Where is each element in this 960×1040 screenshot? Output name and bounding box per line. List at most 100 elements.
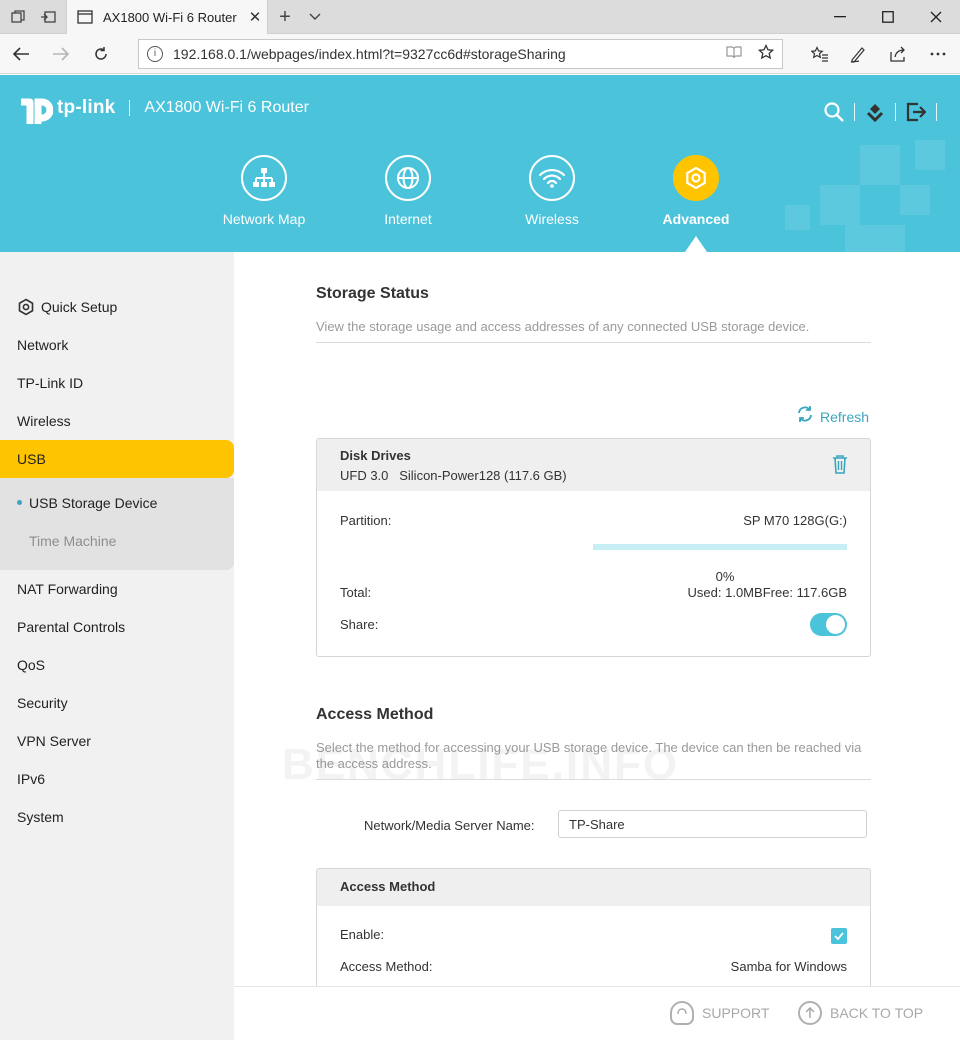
tab-internet[interactable]: Internet — [358, 155, 458, 227]
tab-label: Wireless — [525, 211, 579, 227]
enable-checkbox[interactable] — [831, 928, 847, 944]
back-to-top-button[interactable]: BACK TO TOP — [798, 1001, 923, 1025]
disk-drive-card: Disk Drives UFD 3.0 Silicon-Power128 (11… — [316, 438, 871, 657]
sidebar-item-security[interactable]: Security — [0, 684, 234, 722]
disk-drive-name: UFD 3.0 Silicon-Power128 (117.6 GB) — [340, 468, 567, 483]
tab-preview-chevron-icon[interactable] — [304, 0, 326, 34]
sidebar-item-wireless[interactable]: Wireless — [0, 402, 234, 440]
refresh-icon — [796, 405, 814, 428]
sidebar-item-vpn-server[interactable]: VPN Server — [0, 722, 234, 760]
disk-drives-title: Disk Drives — [340, 448, 411, 463]
model-name: AX1800 Wi-Fi 6 Router — [144, 99, 309, 116]
sidebar-item-parental-controls[interactable]: Parental Controls — [0, 608, 234, 646]
active-tab-indicator — [685, 236, 707, 252]
logout-icon[interactable] — [901, 99, 931, 125]
forward-arrow-icon[interactable] — [46, 40, 76, 68]
sidebar-item-nat-forwarding[interactable]: NAT Forwarding — [0, 570, 234, 608]
share-icon[interactable] — [880, 40, 916, 68]
partition-value: SP M70 128G(G:) — [743, 513, 847, 528]
back-arrow-icon[interactable] — [6, 40, 36, 68]
divider — [316, 342, 871, 343]
tab-network-map[interactable]: Network Map — [214, 155, 314, 227]
header-actions — [819, 99, 942, 125]
checkmark-icon — [834, 932, 844, 940]
gear-icon — [673, 155, 719, 201]
access-method-card: Access Method Enable: Access Method: Sam… — [316, 868, 871, 986]
tp-link-logo[interactable]: tp-link AX1800 Wi-Fi 6 Router — [17, 90, 309, 126]
sidebar-item-quick-setup[interactable]: Quick Setup — [0, 288, 234, 326]
headset-icon — [670, 1001, 694, 1025]
url-text: 192.168.0.1/webpages/index.html?t=9327cc… — [173, 46, 566, 62]
sidebar-item-label: VPN Server — [17, 733, 91, 749]
sidebar-item-label: Quick Setup — [41, 299, 118, 315]
favorites-list-icon[interactable] — [802, 40, 838, 68]
brand-name: tp-link — [57, 97, 116, 118]
server-name-label: Network/Media Server Name: — [364, 818, 535, 833]
sidebar-item-label: Network — [17, 337, 69, 353]
access-method-value: Samba for Windows — [730, 959, 847, 974]
tether-app-icon[interactable] — [860, 99, 890, 125]
total-label: Total: — [340, 585, 372, 600]
share-label: Share: — [340, 617, 379, 632]
storage-status-title: Storage Status — [316, 285, 429, 302]
refresh-button[interactable]: Refresh — [796, 405, 869, 428]
sidebar-item-tp-link-id[interactable]: TP-Link ID — [0, 364, 234, 402]
search-icon[interactable] — [819, 99, 849, 125]
tab-label: Network Map — [222, 211, 306, 227]
sidebar-item-label: Parental Controls — [17, 619, 126, 635]
more-options-icon[interactable] — [920, 40, 956, 68]
sidebar-item-qos[interactable]: QoS — [0, 646, 234, 684]
sidebar-subitem-time-machine[interactable]: Time Machine — [0, 522, 234, 560]
usage-summary: Used: 1.0MBFree: 117.6GB — [688, 585, 847, 600]
sidebar-item-system[interactable]: System — [0, 798, 234, 836]
close-window-icon[interactable] — [912, 0, 960, 34]
support-button[interactable]: SUPPORT — [670, 1001, 769, 1025]
disk-drive-card-header: Disk Drives UFD 3.0 Silicon-Power128 (11… — [317, 439, 870, 491]
sidebar-item-label: TP-Link ID — [17, 375, 84, 391]
sidebar-item-ipv6[interactable]: IPv6 — [0, 760, 234, 798]
wifi-icon — [529, 155, 575, 201]
set-tabs-aside-icon[interactable] — [32, 0, 64, 34]
free-value: Free: 117.6GB — [762, 585, 847, 600]
pen-notes-icon[interactable] — [840, 40, 876, 68]
back-to-top-label: BACK TO TOP — [830, 1005, 924, 1021]
tab-advanced[interactable]: Advanced — [646, 155, 746, 227]
access-method-card-header: Access Method — [317, 869, 870, 906]
footer: SUPPORT BACK TO TOP — [234, 986, 960, 1040]
close-tab-icon[interactable]: ✕ — [243, 8, 267, 26]
server-name-input[interactable] — [558, 810, 867, 838]
tab-actions-icon[interactable] — [2, 0, 34, 34]
refresh-label: Refresh — [820, 408, 870, 425]
address-bar[interactable]: i 192.168.0.1/webpages/index.html?t=9327… — [138, 39, 783, 69]
toggle-knob — [826, 615, 845, 634]
sidebar-item-label: Wireless — [17, 413, 71, 429]
trash-icon[interactable] — [832, 454, 848, 474]
sidebar-subitem-usb-storage-device[interactable]: USB Storage Device — [0, 484, 234, 522]
page-icon — [77, 10, 93, 24]
site-info-icon[interactable]: i — [147, 46, 163, 62]
usb-submenu: USB Storage Device Time Machine — [0, 478, 234, 570]
maximize-icon[interactable] — [864, 0, 912, 34]
sidebar-subitem-label: Time Machine — [29, 533, 117, 549]
sidebar-item-usb[interactable]: USB — [0, 440, 234, 478]
sidebar-item-label: System — [17, 809, 64, 825]
support-label: SUPPORT — [702, 1005, 770, 1021]
sidebar-item-label: QoS — [17, 657, 46, 673]
globe-icon — [385, 155, 431, 201]
refresh-icon[interactable] — [86, 40, 116, 68]
sidebar-item-network[interactable]: Network — [0, 326, 234, 364]
tab-active[interactable]: AX1800 Wi-Fi 6 Router ✕ — [66, 0, 268, 34]
minimize-icon[interactable] — [816, 0, 864, 34]
access-method-label: Access Method: — [340, 959, 433, 974]
enable-label: Enable: — [340, 927, 385, 942]
share-toggle[interactable] — [810, 613, 847, 636]
tab-wireless[interactable]: Wireless — [502, 155, 602, 227]
arrow-up-icon — [798, 1001, 822, 1025]
sidebar-subitem-label: USB Storage Device — [29, 495, 158, 511]
usage-percent: 0% — [715, 569, 735, 584]
reading-view-icon[interactable] — [718, 45, 750, 64]
favorite-star-icon[interactable] — [750, 43, 782, 65]
used-value: Used: 1.0MB — [687, 585, 763, 600]
new-tab-icon[interactable]: + — [274, 0, 296, 34]
sidebar-item-label: NAT Forwarding — [17, 581, 118, 597]
